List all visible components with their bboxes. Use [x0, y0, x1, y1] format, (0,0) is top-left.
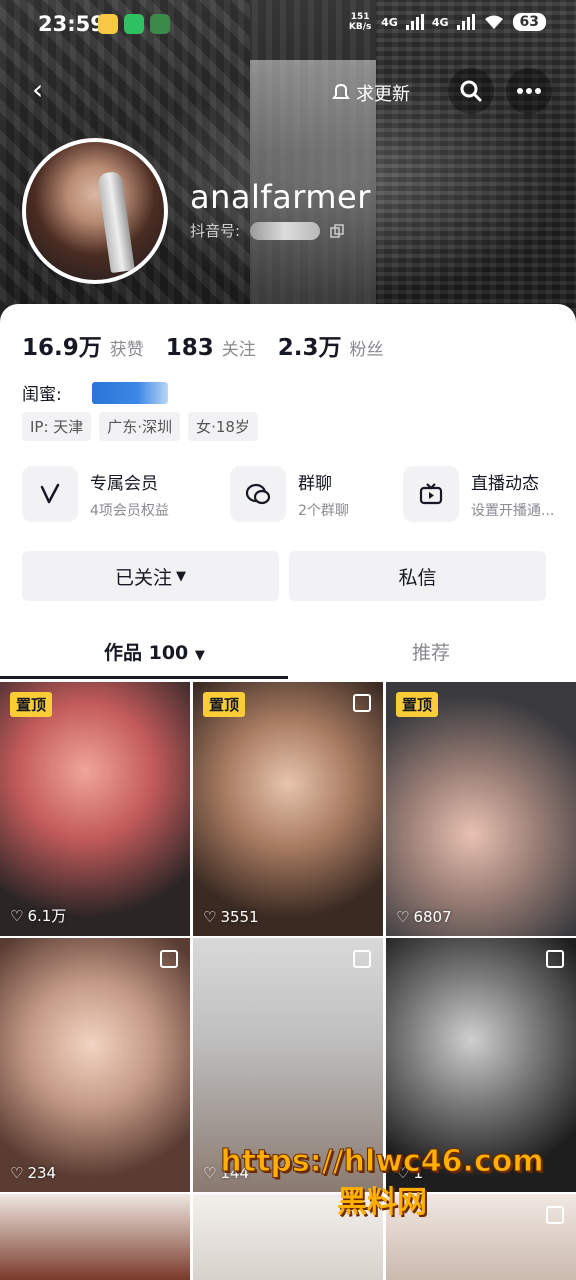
- signal-icon-2: [456, 14, 475, 30]
- battery-indicator: 63: [512, 13, 546, 31]
- stat-following-value: 183: [165, 335, 214, 361]
- wechat-icon: [124, 14, 144, 34]
- feature-group-chat-title: 群聊: [298, 473, 332, 494]
- video-thumbnail[interactable]: [0, 1194, 190, 1280]
- multi-image-icon: [546, 950, 564, 968]
- like-count-value: 6807: [413, 908, 452, 926]
- status-time: 23:59: [38, 12, 105, 36]
- followed-label: 已关注: [114, 566, 172, 589]
- tab-indicator: [0, 676, 288, 679]
- tv-icon: [403, 466, 459, 522]
- bestie-row: 闺蜜:: [22, 380, 168, 405]
- tag-location: 广东·深圳: [99, 412, 181, 441]
- douyin-id-redacted: [250, 221, 321, 240]
- watermark-name: 黑料网: [337, 1185, 427, 1220]
- heart-icon: ♡: [203, 908, 217, 926]
- tag-row: IP: 天津 广东·深圳 女·18岁: [22, 412, 258, 441]
- feature-vip-subtitle: 4项会员权益: [90, 502, 169, 519]
- top-nav: ‹ 求更新: [0, 60, 576, 120]
- more-button[interactable]: [506, 68, 552, 114]
- pinned-badge: 置顶: [203, 692, 246, 717]
- search-icon: [460, 80, 482, 102]
- stat-following-label: 关注: [221, 340, 256, 360]
- media-app-icon: [150, 14, 170, 34]
- feature-live-title: 直播动态: [471, 473, 539, 494]
- net-type-2: 4G: [431, 15, 449, 29]
- action-row: 已关注 ▼ 私信: [22, 551, 546, 603]
- wifi-icon: [484, 15, 503, 29]
- like-count: ♡ 6807: [396, 908, 452, 926]
- video-thumbnail[interactable]: 置顶 ♡ 6807: [386, 682, 576, 936]
- signal-icon: [405, 14, 424, 30]
- heart-icon: ♡: [396, 908, 410, 926]
- feature-group-chat-subtitle: 2个群聊: [298, 502, 349, 519]
- heart-icon: ♡: [10, 906, 24, 925]
- status-right: 151 KB/s 4G 4G 63: [347, 12, 546, 32]
- chat-bubble-icon: [230, 466, 286, 522]
- stat-likes-value: 16.9万: [22, 335, 102, 361]
- bestie-label: 闺蜜:: [22, 385, 62, 405]
- stat-followers[interactable]: 2.3万 粉丝: [278, 328, 384, 362]
- stat-likes[interactable]: 16.9万 获赞: [22, 328, 144, 362]
- stats-row: 16.9万 获赞 183 关注 2.3万 粉丝: [22, 328, 384, 362]
- pinned-badge: 置顶: [10, 692, 53, 717]
- back-icon[interactable]: ‹: [32, 76, 43, 104]
- caret-down-icon: ▼: [194, 648, 205, 663]
- tab-works-label: 作品 100: [104, 642, 189, 664]
- tag-gender-age: 女·18岁: [188, 412, 258, 441]
- stat-likes-label: 获赞: [109, 340, 144, 360]
- feature-group-chat[interactable]: 群聊 2个群聊: [230, 466, 349, 522]
- multi-image-icon: [353, 694, 371, 712]
- multi-image-icon: [353, 950, 371, 968]
- bell-icon: [332, 83, 350, 99]
- douyin-id-row: 抖音号:: [190, 220, 344, 241]
- like-count-value: 234: [27, 1164, 57, 1182]
- feature-live[interactable]: 直播动态设置开播通...: [403, 466, 554, 522]
- message-button[interactable]: 私信: [289, 551, 546, 601]
- request-update-button[interactable]: 求更新: [330, 80, 410, 106]
- tab-works[interactable]: 作品 100 ▼: [104, 638, 205, 665]
- search-button[interactable]: [448, 68, 494, 114]
- message-label: 私信: [398, 566, 437, 589]
- watermark: https://hlwc46.com 黑料网: [212, 1144, 552, 1221]
- multi-image-icon: [160, 950, 178, 968]
- feature-row: 专属会员 4项会员权益 群聊 2个群聊 直播动态设置开播通...: [22, 466, 576, 526]
- stat-followers-value: 2.3万: [277, 335, 342, 361]
- video-thumbnail[interactable]: 置顶 ♡ 6.1万: [0, 682, 190, 936]
- pinned-badge: 置顶: [396, 692, 439, 717]
- bestie-redacted[interactable]: [91, 381, 168, 404]
- video-thumbnail[interactable]: ♡ 234: [0, 938, 190, 1192]
- avatar-detail: [97, 170, 135, 274]
- like-count-value: 3551: [220, 908, 259, 926]
- v-vip-icon: [22, 466, 78, 522]
- stat-followers-label: 粉丝: [349, 340, 384, 360]
- tag-ip: IP: 天津: [22, 412, 92, 441]
- profile-nickname: analfarmer: [190, 178, 371, 216]
- like-count: ♡ 3551: [203, 908, 259, 926]
- avatar[interactable]: [22, 138, 168, 284]
- status-bar: 23:59 151 KB/s 4G 4G 63: [0, 0, 576, 50]
- douyin-id-label: 抖音号:: [190, 222, 241, 240]
- feature-vip[interactable]: 专属会员 4项会员权益: [22, 466, 169, 522]
- like-count-value: 6.1万: [27, 907, 67, 925]
- more-icon: [517, 88, 541, 94]
- tab-recommend-label: 推荐: [412, 642, 451, 664]
- net-speed: 151 KB/s: [348, 12, 372, 32]
- feature-live-subtitle: 设置开播通...: [471, 502, 555, 519]
- copy-icon[interactable]: [330, 223, 344, 238]
- caret-down-icon: ▼: [176, 568, 186, 584]
- feature-vip-title: 专属会员: [90, 473, 158, 494]
- tab-recommend[interactable]: 推荐: [412, 638, 450, 665]
- notification-app-icon: [98, 14, 118, 34]
- net-type-1: 4G: [381, 15, 398, 29]
- video-thumbnail[interactable]: 置顶 ♡ 3551: [193, 682, 383, 936]
- stat-following[interactable]: 183 关注: [166, 335, 256, 361]
- heart-icon: ♡: [10, 1164, 24, 1182]
- followed-button[interactable]: 已关注 ▼: [22, 551, 279, 601]
- request-update-label: 求更新: [356, 84, 410, 105]
- watermark-url: https://hlwc46.com: [220, 1144, 544, 1180]
- like-count: ♡ 234: [10, 1164, 56, 1182]
- like-count: ♡ 6.1万: [10, 905, 66, 926]
- content-tabs: 作品 100 ▼ 推荐: [0, 626, 576, 680]
